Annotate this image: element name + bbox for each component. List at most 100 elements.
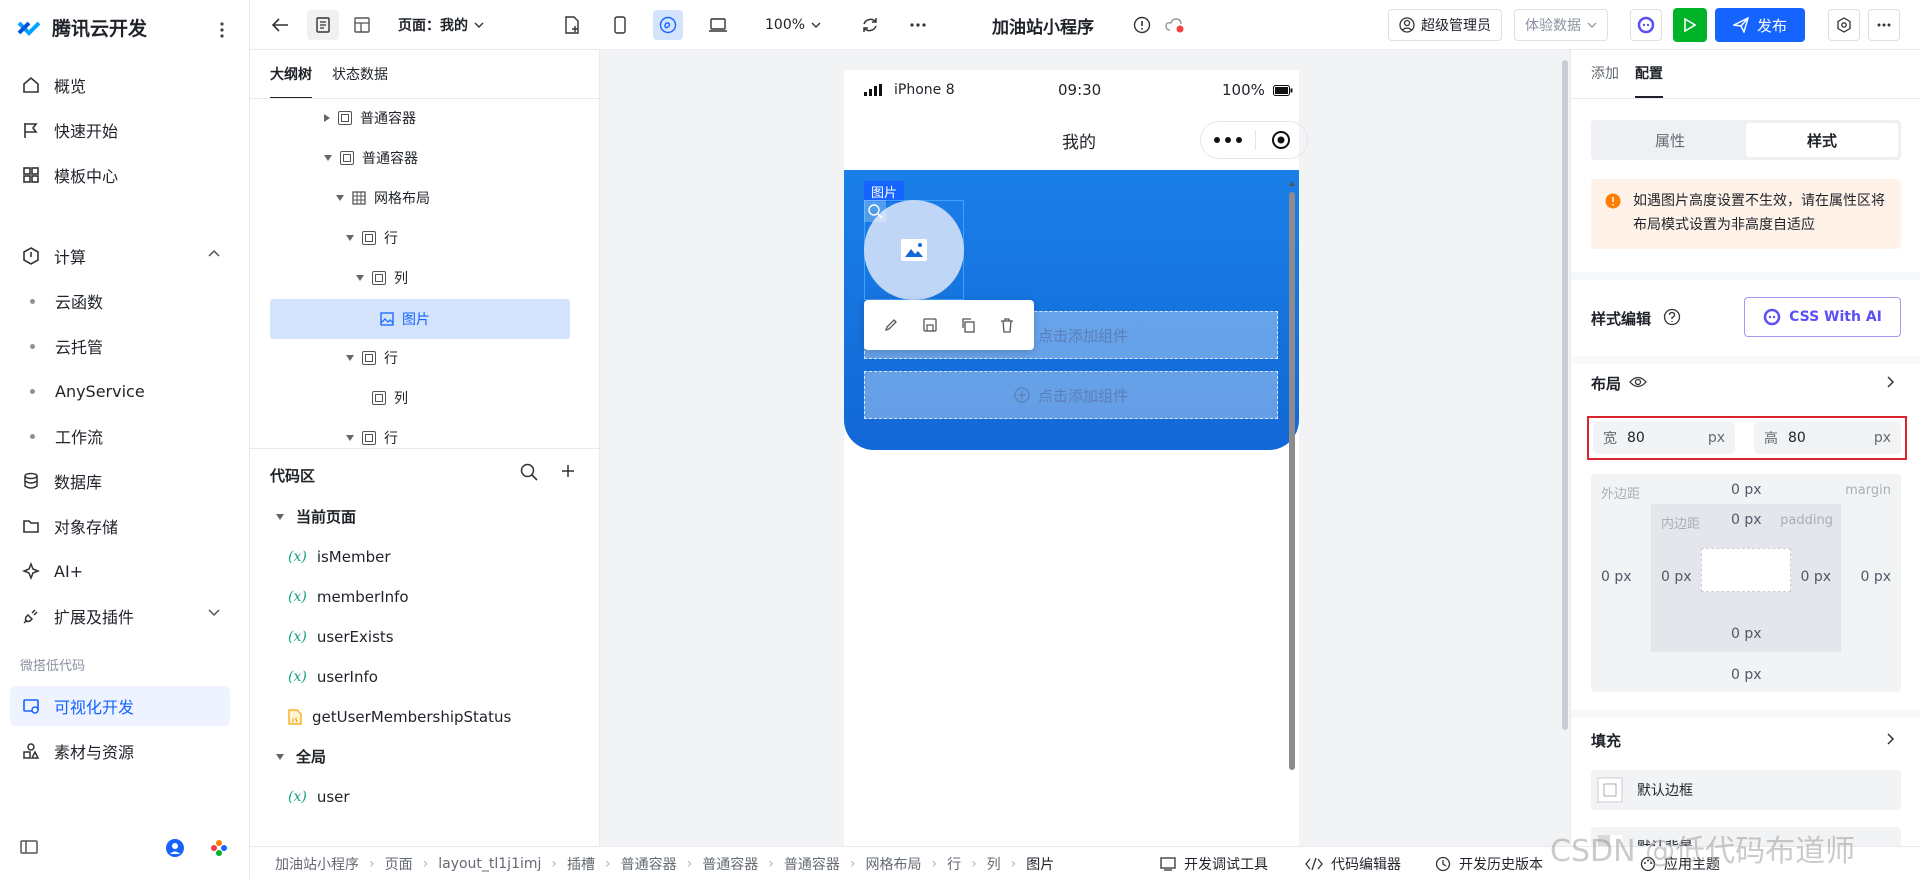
crumb[interactable]: 行 (947, 854, 961, 874)
help-icon[interactable] (1663, 308, 1681, 326)
copy-icon[interactable] (960, 317, 976, 333)
page-selector[interactable]: 页面：我的 (398, 0, 484, 50)
current-page-group[interactable]: 当前页面 (276, 506, 356, 527)
height-field[interactable]: 高 80 px (1754, 422, 1901, 454)
nav-item-workflow[interactable]: 工作流 (10, 416, 230, 456)
crumb[interactable]: 列 (987, 854, 1001, 874)
width-value[interactable]: 80 (1627, 430, 1708, 446)
margin-bottom[interactable]: 0 px (1731, 667, 1762, 683)
tab-outline-tree[interactable]: 大纲树 (270, 64, 312, 99)
variable-item[interactable]: (x) user (288, 782, 350, 812)
variable-item[interactable]: (x) isMember (288, 542, 391, 572)
canvas-scrollbar[interactable] (1560, 50, 1570, 846)
chevron-right-icon[interactable] (1887, 376, 1895, 388)
expand-icon[interactable] (324, 114, 330, 122)
tree-node[interactable]: 普通容器 (324, 100, 416, 136)
cloud-warning-icon[interactable] (1164, 0, 1186, 50)
search-icon[interactable] (520, 463, 538, 481)
function-item[interactable]: getUserMembershipStatus (288, 702, 511, 732)
tab-add[interactable]: 添加 (1591, 63, 1619, 83)
nav-item-ai[interactable]: AI+ (10, 551, 230, 591)
padding-top[interactable]: 0 px (1731, 512, 1762, 528)
more-horizontal-icon[interactable] (906, 0, 930, 50)
crumb-current[interactable]: 图片 (1026, 854, 1054, 874)
settings-button[interactable] (1828, 9, 1860, 41)
margin-top[interactable]: 0 px (1731, 482, 1762, 498)
delete-icon[interactable] (999, 317, 1015, 333)
collapse-icon[interactable] (356, 275, 364, 281)
nav-item-visual-dev[interactable]: 可视化开发 (10, 686, 230, 726)
tree-node[interactable]: 普通容器 (324, 140, 418, 176)
nav-item-cloud-functions[interactable]: 云函数 (10, 281, 230, 321)
collapse-icon[interactable] (346, 235, 354, 241)
miniprogram-preview-icon[interactable] (652, 0, 684, 50)
default-border-item[interactable]: 默认边框 (1591, 770, 1901, 810)
debug-tools-button[interactable]: 开发调试工具 (1160, 847, 1268, 879)
crumb[interactable]: 页面 (385, 854, 413, 874)
collapse-icon[interactable] (336, 195, 344, 201)
variable-item[interactable]: (x) userInfo (288, 662, 378, 692)
global-group[interactable]: 全局 (276, 746, 326, 767)
data-mode-select[interactable]: 体验数据 (1514, 9, 1608, 41)
capsule-menu[interactable] (1200, 121, 1308, 159)
run-button[interactable] (1673, 8, 1707, 42)
segment-properties[interactable]: 属性 (1594, 123, 1746, 157)
tree-node[interactable]: 列 (372, 380, 408, 416)
nav-item-assets[interactable]: 素材与资源 (10, 731, 230, 771)
edit-icon[interactable] (883, 317, 899, 333)
crumb[interactable]: 普通容器 (784, 854, 840, 874)
css-with-ai-button[interactable]: CSS With AI (1744, 297, 1901, 337)
height-value[interactable]: 80 (1788, 430, 1874, 446)
nav-item-anyservice[interactable]: AnyService (10, 371, 230, 411)
super-admin-button[interactable]: 超级管理员 (1388, 9, 1502, 41)
nav-item-database[interactable]: 数据库 (10, 461, 230, 501)
theme-flower-icon[interactable] (210, 839, 228, 857)
new-page-icon[interactable] (560, 0, 584, 50)
variable-item[interactable]: (x) userExists (288, 622, 394, 652)
layout-icon[interactable] (346, 0, 378, 50)
page-view-toggle[interactable] (306, 0, 340, 50)
search-handle-icon[interactable] (864, 200, 886, 222)
nav-item-quickstart[interactable]: 快速开始 (10, 110, 230, 150)
nav-item-extensions[interactable]: 扩展及插件 (10, 596, 230, 636)
add-icon[interactable] (560, 463, 576, 479)
collapse-icon[interactable] (324, 155, 332, 161)
margin-left[interactable]: 0 px (1601, 569, 1632, 585)
padding-bottom[interactable]: 0 px (1731, 626, 1762, 642)
variable-item[interactable]: (x) memberInfo (288, 582, 409, 612)
margin-right[interactable]: 0 px (1860, 569, 1891, 585)
tab-state-data[interactable]: 状态数据 (332, 64, 388, 84)
collapse-icon[interactable] (346, 435, 354, 441)
padding-left[interactable]: 0 px (1661, 569, 1692, 585)
collapse-icon[interactable] (346, 355, 354, 361)
phone-scrollbar[interactable] (1288, 178, 1296, 778)
tree-node[interactable]: 列 (356, 260, 408, 296)
crumb[interactable]: 网格布局 (865, 854, 921, 874)
tab-config[interactable]: 配置 (1635, 63, 1663, 83)
add-component-slot[interactable]: 点击添加组件 (864, 371, 1278, 419)
padding-right[interactable]: 0 px (1800, 569, 1831, 585)
tree-node[interactable]: 行 (346, 340, 398, 376)
save-icon[interactable] (922, 317, 938, 333)
info-icon[interactable] (1132, 0, 1152, 50)
nav-item-templates[interactable]: 模板中心 (10, 155, 230, 195)
history-button[interactable]: 开发历史版本 (1435, 847, 1543, 879)
more-menu-button[interactable] (1868, 9, 1900, 41)
desktop-preview-icon[interactable] (706, 0, 730, 50)
tree-node[interactable]: 网格布局 (336, 180, 430, 216)
refresh-icon[interactable] (858, 0, 882, 50)
nav-item-storage[interactable]: 对象存储 (10, 506, 230, 546)
segment-style[interactable]: 样式 (1746, 123, 1898, 157)
code-editor-button[interactable]: 代码编辑器 (1305, 847, 1401, 879)
nav-item-compute[interactable]: 计算 (10, 236, 230, 276)
nav-more-icon[interactable] (220, 22, 224, 38)
brand[interactable]: 腾讯云开发 (16, 14, 147, 41)
crumb[interactable]: 加油站小程序 (275, 854, 359, 874)
tree-node-image-selected[interactable]: 图片 (380, 301, 430, 337)
eye-icon[interactable] (1629, 375, 1647, 389)
width-field[interactable]: 宽 80 px (1593, 422, 1735, 454)
user-avatar-icon[interactable] (166, 839, 184, 857)
tree-node[interactable]: 行 (346, 220, 398, 256)
tree-node[interactable]: 行 (346, 420, 398, 448)
publish-button[interactable]: 发布 (1715, 8, 1806, 42)
